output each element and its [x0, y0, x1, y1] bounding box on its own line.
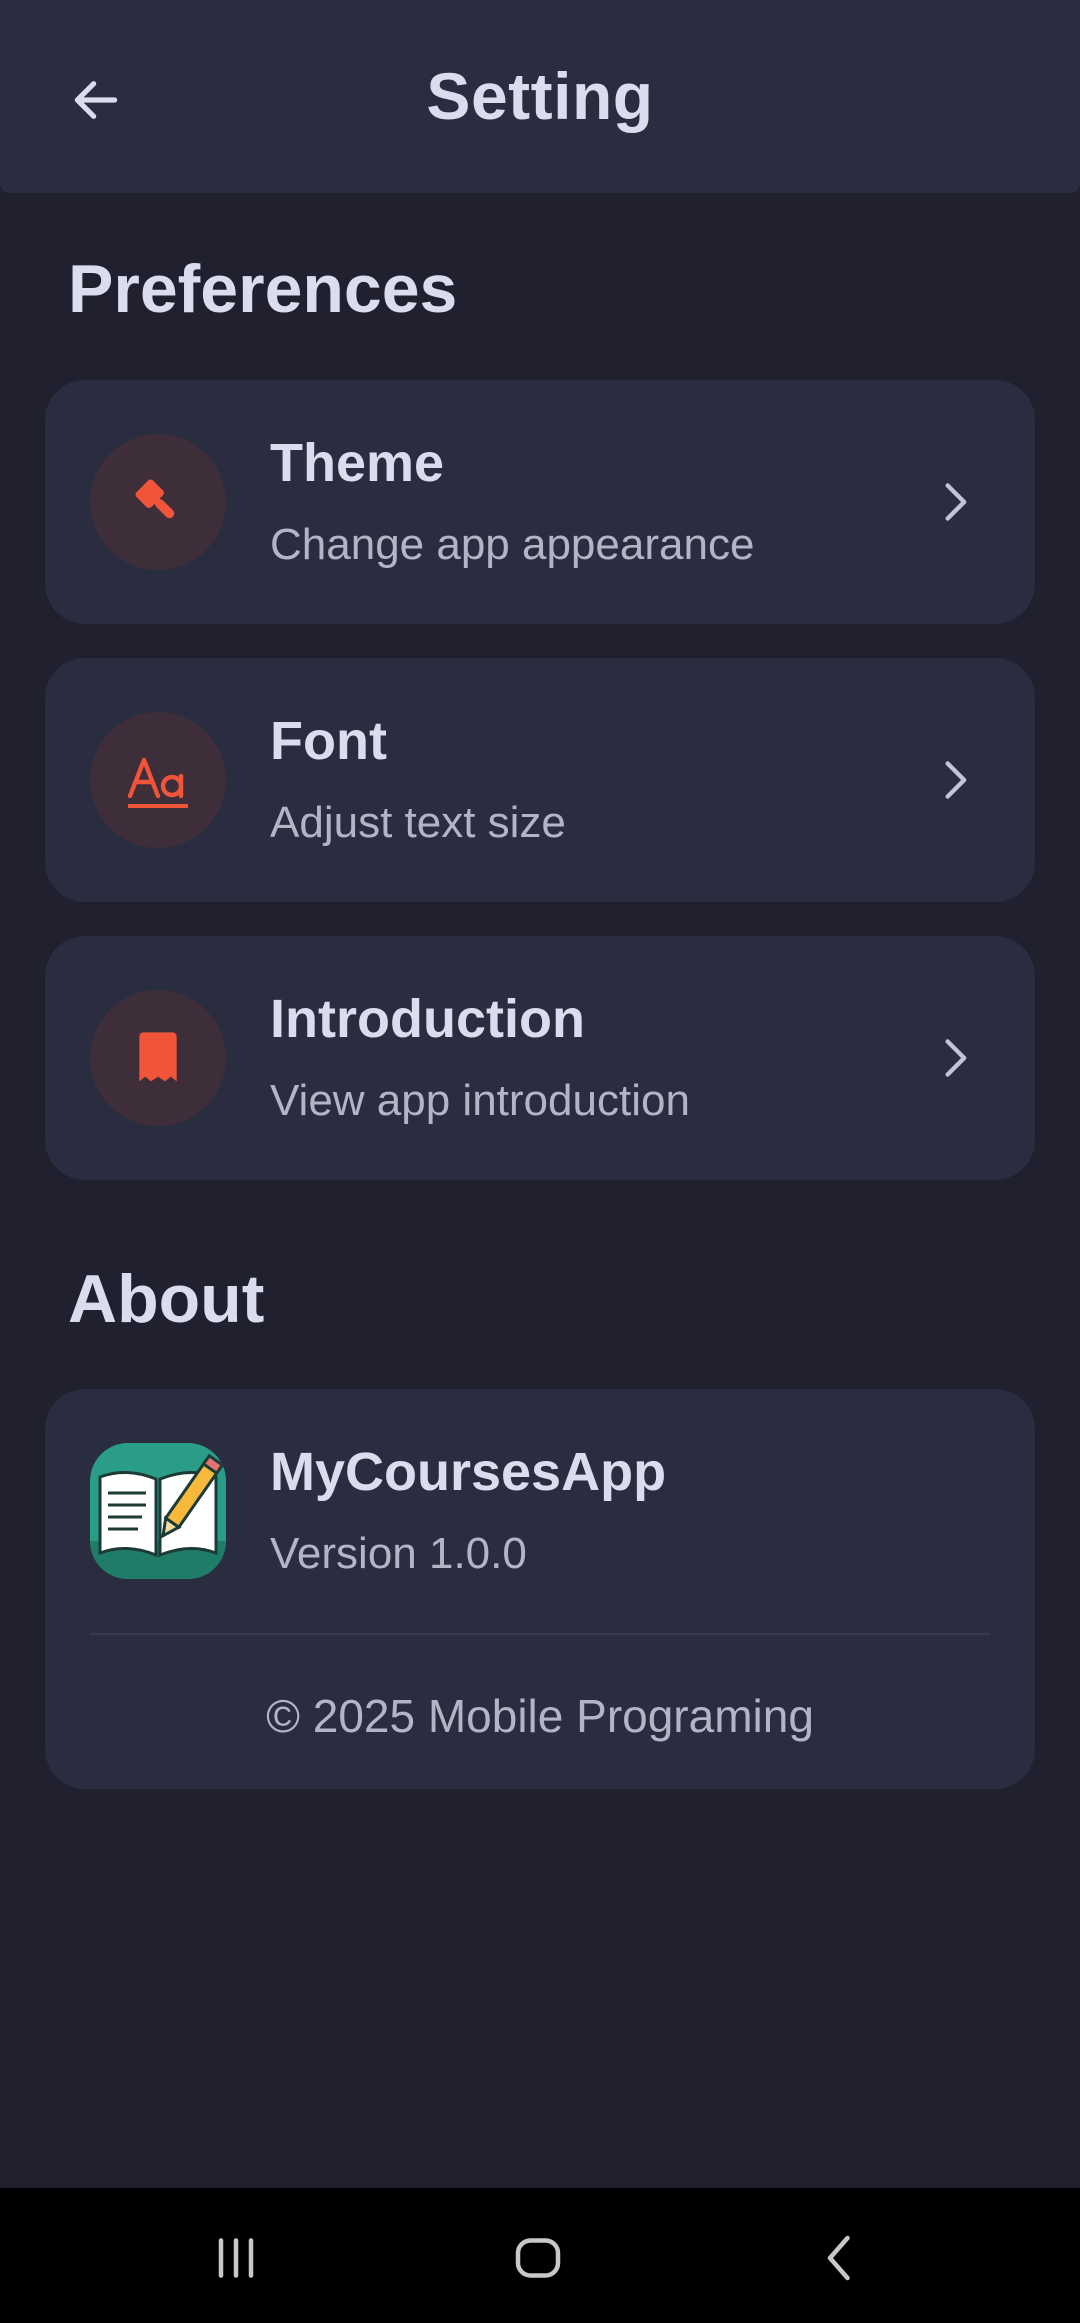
theme-subtitle: Change app appearance	[270, 520, 755, 569]
theme-setting-item[interactable]: Theme Change app appearance	[45, 380, 1035, 624]
app-version: Version 1.0.0	[270, 1529, 527, 1578]
introduction-title: Introduction	[270, 989, 585, 1049]
about-section-title: About	[68, 1261, 265, 1337]
recents-button[interactable]	[196, 2218, 276, 2298]
system-nav-bar	[0, 2188, 1080, 2323]
settings-screen: Setting Preferences Theme Change app app…	[0, 0, 1080, 2323]
chevron-right-icon	[925, 750, 985, 810]
chevron-right-icon	[925, 472, 985, 532]
font-size-icon	[127, 757, 188, 808]
introduction-icon-badge	[90, 990, 226, 1126]
introduction-setting-item[interactable]: Introduction View app introduction	[45, 936, 1035, 1180]
font-setting-item[interactable]: Font Adjust text size	[45, 658, 1035, 902]
preferences-section-title: Preferences	[68, 251, 458, 327]
about-card: MyCoursesApp Version 1.0.0 © 2025 Mobile…	[45, 1389, 1035, 1789]
back-nav-button[interactable]	[800, 2218, 880, 2298]
receipt-icon	[139, 1032, 177, 1082]
page-title: Setting	[426, 59, 654, 133]
theme-title: Theme	[270, 433, 445, 493]
app-logo-icon	[90, 1443, 226, 1579]
font-subtitle: Adjust text size	[270, 798, 566, 847]
font-title: Font	[270, 711, 387, 771]
app-bar: Setting	[0, 0, 1080, 193]
paint-brush-icon	[135, 479, 175, 519]
back-icon	[827, 2235, 850, 2281]
copyright-text: © 2025 Mobile Programing	[266, 1690, 814, 1742]
chevron-right-icon	[925, 1028, 985, 1088]
app-name: MyCoursesApp	[270, 1442, 667, 1502]
recents-icon	[218, 2238, 254, 2278]
home-button[interactable]	[498, 2218, 578, 2298]
introduction-subtitle: View app introduction	[270, 1076, 690, 1125]
home-icon	[515, 2238, 561, 2278]
theme-icon-badge	[90, 434, 226, 570]
font-icon-badge	[90, 712, 226, 848]
divider	[90, 1633, 990, 1635]
